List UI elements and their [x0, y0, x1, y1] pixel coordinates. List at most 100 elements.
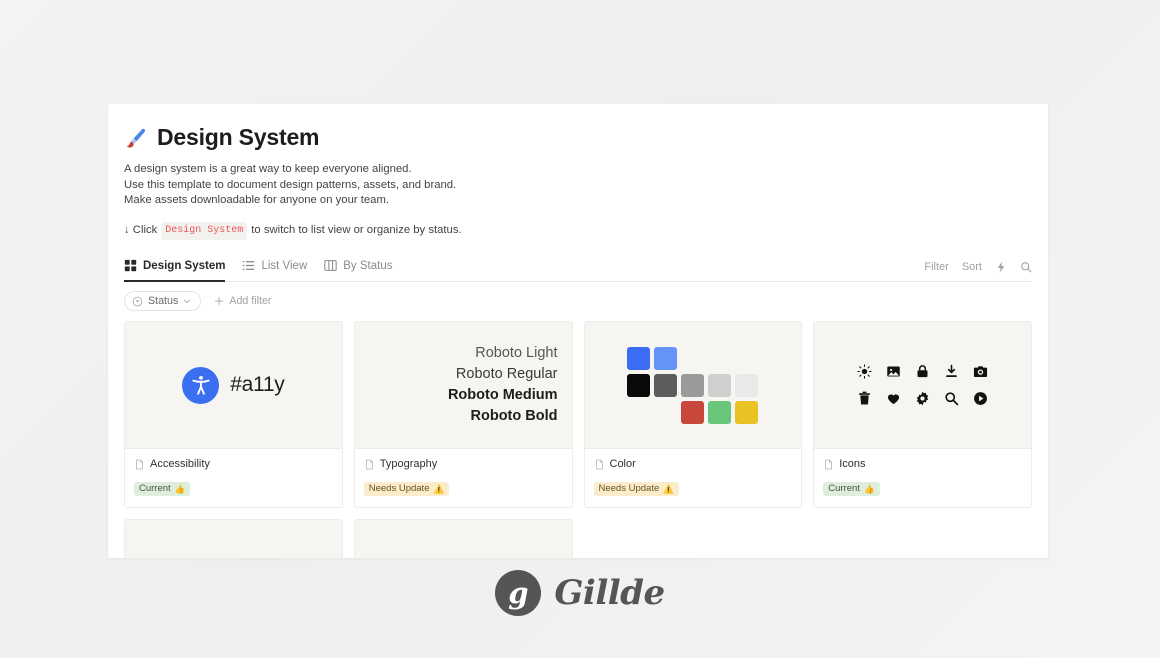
heart-icon — [888, 394, 900, 405]
card-preview: #a11y — [125, 322, 342, 449]
typography-specimen: Roboto Light Roboto Regular Roboto Mediu… — [355, 343, 572, 427]
card-footer: Color Needs Update ⚠️ — [585, 449, 802, 507]
hint-code-chip[interactable]: Design System — [161, 221, 248, 240]
page-header: Design System — [124, 124, 1032, 151]
swatch-row-neutral — [627, 373, 759, 397]
icon-row-1 — [857, 364, 988, 379]
status-badge[interactable]: Current 👍 — [823, 481, 880, 496]
tab-by-status[interactable]: By Status — [324, 259, 392, 282]
status-badge[interactable]: Current 👍 — [134, 481, 191, 496]
view-tabbar: Design System List View By Status Filter… — [124, 259, 1032, 282]
swatch — [681, 400, 705, 424]
type-line-medium: Roboto Medium — [447, 387, 558, 403]
status-filter-label: Status — [148, 295, 179, 307]
accessibility-icon — [182, 366, 220, 404]
status-badge-label: Current — [139, 483, 171, 494]
plus-icon — [215, 297, 224, 305]
tab-label: By Status — [343, 259, 393, 272]
card-title-row: Accessibility — [134, 458, 333, 470]
lightning-icon[interactable] — [995, 261, 1007, 273]
status-badge-label: Needs Update — [598, 483, 660, 494]
status-badge[interactable]: Needs Update ⚠️ — [363, 481, 450, 496]
swatch — [627, 373, 651, 397]
card-grid: #a11y Accessibility Current 👍 Roboto Lig… — [124, 321, 1032, 558]
tab-list-view[interactable]: List View — [242, 259, 307, 282]
logo-letter: g — [508, 575, 529, 610]
gear-icon — [916, 391, 929, 406]
type-line-bold: Roboto Bold — [470, 408, 558, 424]
swatch — [681, 373, 705, 397]
card-title-row: Icons — [823, 458, 1022, 470]
icon-specimen — [857, 364, 988, 406]
swatch-row-accent — [681, 400, 759, 424]
card-typography[interactable]: Roboto Light Roboto Regular Roboto Mediu… — [353, 321, 573, 508]
view-toolbar: Filter Sort — [924, 261, 1032, 281]
card-preview — [354, 520, 572, 558]
add-filter-label: Add filter — [229, 295, 272, 307]
sort-button[interactable]: Sort — [962, 261, 982, 273]
card-preview: Roboto Light Roboto Regular Roboto Mediu… — [354, 322, 572, 449]
circle-dot-icon — [132, 296, 143, 306]
tab-label: Design System — [143, 259, 226, 272]
card-preview — [814, 322, 1031, 449]
card-title-row: Color — [594, 458, 793, 470]
play-circle-icon — [974, 392, 988, 405]
swatch — [708, 373, 732, 397]
search-icon[interactable] — [1020, 261, 1032, 273]
card-icons[interactable]: Icons Current 👍 — [813, 321, 1032, 508]
card-footer: Accessibility Current 👍 — [125, 449, 342, 507]
card-accessibility[interactable]: #a11y Accessibility Current 👍 — [124, 321, 343, 508]
image-icon — [887, 366, 900, 377]
status-badge-label: Current — [828, 483, 860, 494]
card-preview: Hello... how can we help? Hi there! 👋 — [125, 520, 342, 558]
card-chat[interactable]: Hello... how can we help? Hi there! 👋 — [124, 519, 343, 558]
card-logo[interactable] — [353, 519, 573, 558]
swatch — [654, 373, 678, 397]
page-title: Design System — [157, 124, 320, 150]
status-badge-label: Needs Update — [368, 483, 430, 494]
page-icon — [365, 459, 373, 469]
swatch — [627, 346, 651, 370]
card-title: Accessibility — [150, 458, 210, 470]
brightness-icon — [857, 364, 872, 379]
lock-icon — [917, 365, 928, 378]
add-filter-button[interactable]: Add filter — [214, 295, 272, 307]
view-hint: ↓ Click Design System to switch to list … — [124, 221, 1032, 240]
card-title: Icons — [839, 458, 866, 470]
penrose-triangle-icon — [437, 557, 489, 558]
card-title-row: Typography — [364, 458, 563, 470]
swatch — [708, 400, 732, 424]
hint-prefix: ↓ Click — [124, 224, 158, 236]
description-line-2: Use this template to document design pat… — [124, 178, 457, 191]
brand-wordmark: Gillde — [554, 573, 665, 613]
card-footer: Typography Needs Update ⚠️ — [355, 449, 572, 507]
color-swatches — [627, 346, 759, 424]
warning-icon: ⚠️ — [433, 483, 445, 494]
filter-button[interactable]: Filter — [924, 261, 948, 273]
type-line-regular: Roboto Regular — [455, 366, 558, 382]
swatch — [654, 346, 678, 370]
status-filter-pill[interactable]: Status — [124, 291, 202, 311]
type-line-light: Roboto Light — [475, 345, 558, 361]
grid-icon — [124, 259, 137, 272]
thumbs-up-icon: 👍 — [863, 483, 875, 494]
swatch-row-blue — [627, 346, 758, 370]
list-icon — [243, 261, 255, 270]
hint-suffix: to switch to list view or organize by st… — [251, 224, 462, 236]
page-description: A design system is a great way to keep e… — [124, 162, 1032, 209]
icon-row-2 — [857, 391, 988, 406]
brand-footer: g Gillde — [0, 570, 1160, 616]
camera-icon — [974, 366, 988, 377]
swatch — [735, 373, 759, 397]
description-line-1: A design system is a great way to keep e… — [124, 163, 412, 175]
tab-design-system[interactable]: Design System — [124, 259, 226, 282]
warning-icon: ⚠️ — [663, 483, 674, 494]
board-icon — [324, 260, 337, 271]
status-badge[interactable]: Needs Update ⚠️ — [593, 481, 679, 496]
page-icon — [825, 459, 833, 469]
document-canvas: Design System A design system is a great… — [108, 104, 1048, 558]
paintbrush-icon — [126, 128, 146, 148]
search-icon — [945, 392, 959, 406]
card-color[interactable]: Color Needs Update ⚠️ — [583, 321, 803, 508]
